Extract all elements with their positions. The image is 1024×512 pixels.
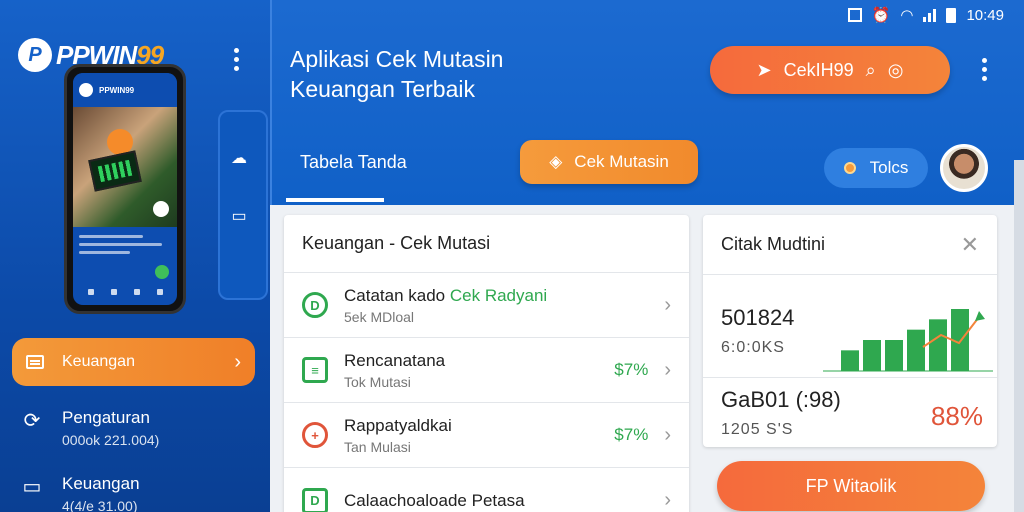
list-item[interactable]: ≡ Rencanatana Tok Mutasi $7% › (284, 338, 689, 403)
wifi-icon: ◠ (900, 7, 914, 24)
sidebar-more-icon[interactable] (234, 48, 240, 75)
phone-header-text: PPWIN99 (99, 85, 135, 95)
sidebar-item-keuangan-active[interactable]: Keuangan › (12, 338, 255, 386)
side-rail: ☁ ▭ (218, 110, 268, 300)
sidebar-item-keuangan[interactable]: ▭ Keuangan 4(4/e 31.00) (20, 474, 260, 512)
growth-bar-chart (823, 309, 993, 372)
window-icon[interactable]: ▭ (229, 206, 249, 225)
phone-preview-image: PPWIN99 (64, 64, 186, 314)
chevron-right-icon: › (664, 423, 671, 446)
tools-label: Tolcs (869, 158, 909, 177)
search-button[interactable]: ➤ CekIH99 ⌕ ◎ (710, 46, 950, 94)
wallet-icon: ▭ (22, 476, 42, 498)
sidebar-item-title: Pengaturan (62, 408, 150, 427)
chevron-right-icon: › (234, 350, 241, 373)
list-item-sub: Tok Mutasi (344, 373, 411, 390)
scrollbar[interactable] (1014, 160, 1024, 512)
list-item-percent: $7% (614, 360, 649, 379)
chevron-right-icon: › (664, 489, 671, 511)
list-item-sub: Tan Mulasi (344, 438, 411, 455)
list-item-title: Calaachoaloade Petasa (344, 490, 525, 510)
signal-icon (923, 8, 937, 22)
sidebar-item-title: Keuangan (62, 474, 140, 493)
search-icon: ⌕ (865, 59, 876, 80)
chart-bar (885, 340, 903, 371)
sidebar-item-pengaturan[interactable]: ⟳ Pengaturan 000ok 221.004) (20, 408, 260, 448)
page-title: Aplikasi Cek Mutasin Keuangan Terbaik (290, 46, 504, 102)
main-content: Keuangan - Cek Mutasi D Catatan kado Cek… (270, 205, 1024, 512)
list-item[interactable]: + Rappatyaldkai Tan Mulasi $7% › (284, 403, 689, 468)
record-icon: D (302, 292, 328, 318)
sidebar-item-sub: 4(4/e 31.00) (62, 498, 138, 512)
cek-mutasi-label: Cek Mutasin (574, 152, 669, 171)
trend-arrow-icon (975, 311, 985, 321)
header-more-icon[interactable] (982, 58, 988, 85)
alarm-icon: ⏰ (871, 7, 891, 24)
phone-logo-icon (79, 83, 93, 97)
list-item[interactable]: D Catatan kado Cek Radyani 5ek MDloal › (284, 273, 689, 338)
document-icon: ≡ (302, 357, 328, 383)
card-title: Citak Mudtini (721, 234, 826, 254)
sidebar-item-label: Keuangan (62, 353, 135, 370)
stat-sub-b: 1205 S'S (721, 421, 794, 438)
header: ⏰ ◠ 10:49 Aplikasi Cek Mutasin Keuangan … (270, 0, 1024, 205)
add-icon: + (302, 422, 328, 448)
stat-percent: 88% (930, 401, 983, 431)
status-dot-icon (843, 162, 856, 174)
tab-active[interactable]: Tabela Tanda (300, 152, 407, 173)
list-item-sub: 5ek MDloal (344, 308, 415, 325)
stat-value-b: GaB01 (:98) (721, 387, 841, 412)
stat-value-a: 501824 (721, 305, 795, 330)
status-time: 10:49 (966, 6, 1004, 24)
book-icon: D (302, 487, 328, 512)
tag-icon: ◈ (549, 152, 563, 171)
sidebar-item-sub: 000ok 221.004) (62, 432, 160, 448)
cek-mutasi-button[interactable]: ◈ Cek Mutasin (520, 140, 698, 184)
status-bar: ⏰ ◠ 10:49 (847, 6, 1004, 24)
cycle-icon: ⟳ (23, 410, 41, 432)
send-icon: ➤ (756, 59, 772, 80)
stat-sub-a: 6:0:0KS (721, 339, 785, 356)
notification-icon (847, 8, 862, 22)
list-item-title: Rencanatana (344, 350, 446, 370)
search-button-label: CekIH99 (783, 59, 854, 80)
tab-underline (286, 198, 384, 202)
cloud-icon[interactable]: ☁ (229, 148, 249, 167)
chart-bar (929, 319, 947, 371)
battery-icon (946, 7, 957, 23)
list-item[interactable]: D Calaachoaloade Petasa › (284, 468, 689, 512)
chat-icon: ◎ (887, 59, 904, 80)
whatsapp-button[interactable]: FP Witaolik (717, 461, 985, 511)
list-item-title: Catatan kado Cek Radyani (344, 285, 548, 305)
chart-bar (907, 329, 925, 371)
chevron-right-icon: › (664, 293, 671, 316)
stats-card: Citak Mudtini ✕ 501824 6:0:0KS GaB01 (:9… (703, 215, 997, 447)
chart-bar (863, 340, 881, 371)
list-icon (26, 355, 44, 369)
card-title: Keuangan - Cek Mutasi (284, 215, 689, 273)
tools-button[interactable]: Tolcs (824, 148, 928, 188)
list-item-title: Rappatyaldkai (344, 415, 452, 435)
mutation-list-card: Keuangan - Cek Mutasi D Catatan kado Cek… (284, 215, 689, 512)
avatar[interactable] (940, 144, 988, 192)
chart-bar (841, 350, 859, 371)
sidebar: P PPWIN99 PPWIN99 ☁ ▭ Keuangan › ⟳ Penga… (0, 0, 270, 512)
brand-mark-icon: P (18, 38, 52, 72)
close-icon[interactable]: ✕ (961, 232, 979, 258)
list-item-percent: $7% (614, 425, 649, 444)
chevron-right-icon: › (664, 358, 671, 381)
